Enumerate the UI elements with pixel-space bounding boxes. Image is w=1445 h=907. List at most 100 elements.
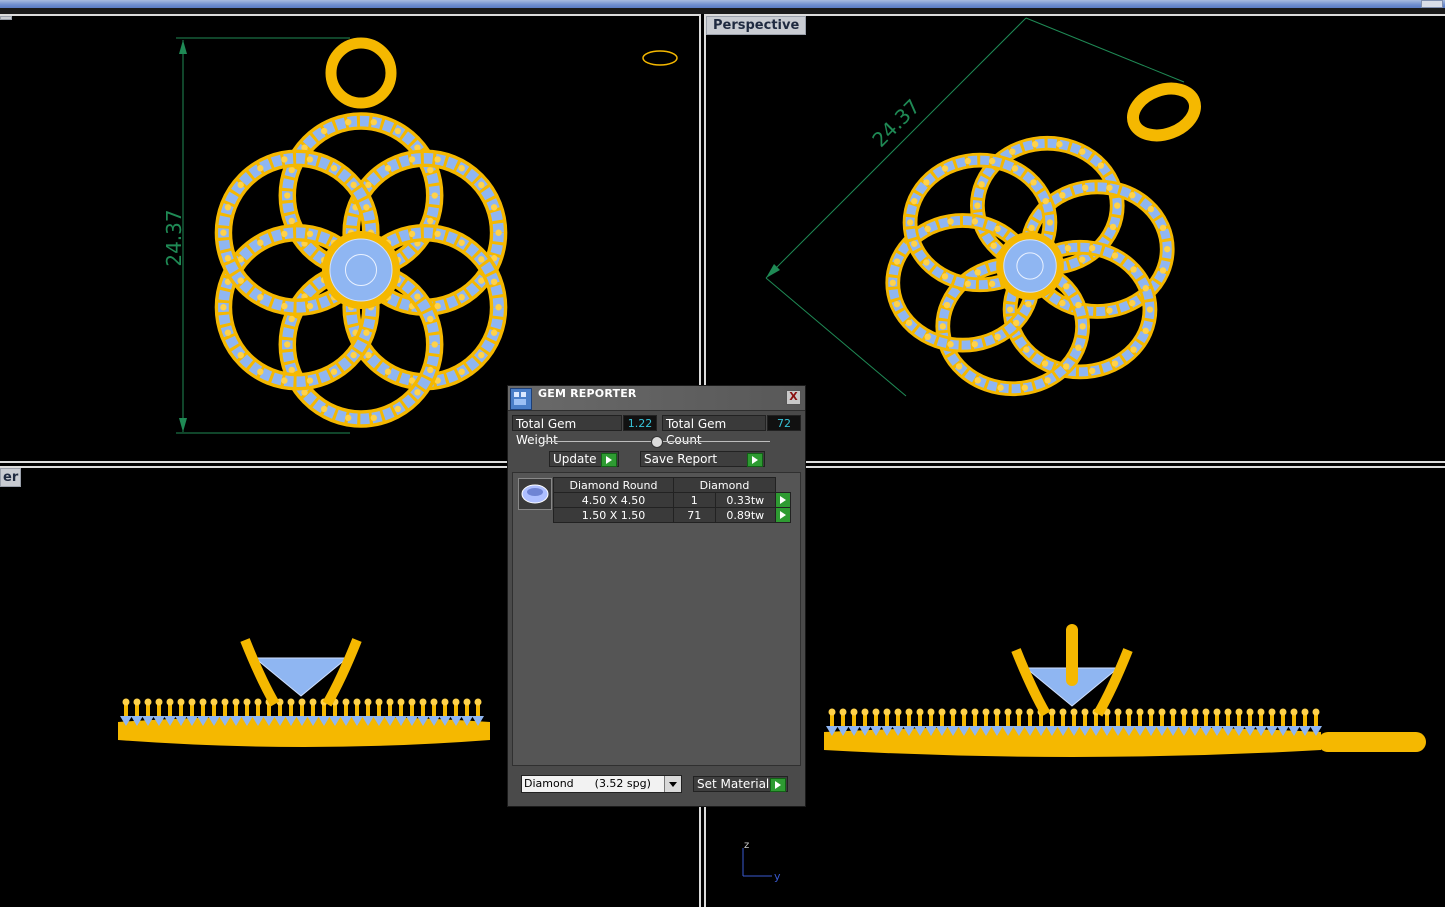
prong: [1042, 197, 1049, 205]
prong: [408, 156, 416, 163]
prong: [330, 165, 338, 172]
prong: [495, 304, 502, 311]
prong: [478, 256, 485, 263]
row-go-button[interactable]: [775, 507, 791, 523]
prong: [1011, 165, 1019, 172]
prong: [924, 333, 931, 341]
prong: [384, 165, 392, 172]
header-diamond-round: Diamond Round: [553, 477, 674, 493]
perspective-viewport[interactable]: Perspective 24.37: [706, 16, 1445, 461]
prong: [974, 269, 981, 276]
perspective-dimension-label: 24.37: [867, 94, 924, 151]
prong: [394, 127, 402, 135]
prong-tip: [1015, 708, 1023, 716]
prong: [1088, 244, 1096, 252]
prong: [1064, 244, 1072, 252]
window-button[interactable]: [1421, 0, 1443, 8]
prong: [281, 156, 288, 163]
prong: [1013, 319, 1020, 327]
prong: [330, 368, 338, 375]
row-go-button[interactable]: [775, 492, 791, 508]
pendant-side-profile: [118, 638, 490, 747]
prong: [1142, 285, 1149, 292]
prong: [427, 166, 434, 174]
prong-tip: [850, 708, 858, 716]
prong: [434, 230, 441, 238]
prong: [365, 181, 372, 189]
prong: [997, 384, 1004, 391]
prong: [893, 300, 901, 308]
viewport-label-perspective[interactable]: Perspective: [706, 16, 807, 35]
right-viewport[interactable]: z y: [706, 468, 1445, 907]
prong: [224, 255, 232, 262]
prong: [1079, 323, 1086, 330]
prong-tip: [397, 698, 405, 706]
close-icon[interactable]: X: [786, 390, 801, 405]
prong: [971, 341, 979, 348]
prong: [1114, 202, 1121, 209]
prong: [1056, 141, 1063, 148]
prong: [941, 165, 949, 172]
prong: [994, 225, 1001, 233]
prong: [1164, 245, 1171, 253]
collapse-toggle[interactable]: [651, 436, 663, 448]
total-gem-weight-value: 1.22: [623, 415, 657, 431]
prong-tip: [1312, 708, 1320, 716]
prong: [224, 204, 232, 211]
viewport-label-front[interactable]: [0, 16, 12, 20]
prong-tip: [122, 698, 130, 706]
material-select[interactable]: Diamond (3.52 spg): [521, 775, 682, 793]
set-material-button[interactable]: Set Material: [693, 776, 788, 792]
dialog-title-bar[interactable]: GEM REPORTER X: [508, 386, 805, 411]
prong-tip: [1301, 708, 1309, 716]
viewport-label-side[interactable]: er: [0, 468, 22, 487]
prong: [1159, 224, 1167, 232]
bail-profile: [1318, 732, 1426, 752]
prong: [964, 280, 972, 288]
prong-tip: [232, 698, 240, 706]
prong: [490, 278, 498, 285]
prong-tip: [960, 708, 968, 716]
prong-tip: [1279, 708, 1287, 716]
prong-tip: [221, 698, 229, 706]
prong: [1075, 344, 1082, 351]
prong: [1059, 299, 1066, 307]
prong: [1130, 346, 1137, 353]
prong-tip: [872, 708, 880, 716]
prong: [414, 293, 421, 300]
table-row[interactable]: 1.50 X 1.50 71 0.89tw: [553, 507, 791, 523]
table-row[interactable]: 4.50 X 4.50 1 0.33tw: [553, 492, 791, 508]
prong-tip: [419, 698, 427, 706]
prong: [431, 341, 438, 348]
update-button[interactable]: Update: [549, 451, 619, 467]
prong: [889, 279, 896, 287]
prong: [941, 273, 949, 280]
center-prong: [1011, 648, 1051, 717]
gem-table-header: Diamond Round Diamond: [553, 477, 791, 493]
prong: [408, 230, 416, 238]
prong: [414, 389, 421, 396]
prong: [1063, 363, 1070, 370]
gem-reporter-dialog[interactable]: GEM REPORTER X Total Gem Weight 1.22 Tot…: [507, 385, 806, 807]
chevron-down-icon[interactable]: [664, 776, 681, 792]
prong-tip: [309, 698, 317, 706]
prong: [431, 192, 438, 199]
prong: [224, 329, 232, 336]
prong: [490, 329, 498, 336]
center-diamond: [1003, 239, 1057, 293]
prong: [1097, 162, 1105, 169]
prong: [924, 225, 931, 233]
prong: [490, 204, 498, 211]
prong: [427, 315, 434, 323]
prong: [257, 368, 264, 375]
prong-tip: [1136, 708, 1144, 716]
bail-ring: [1127, 82, 1201, 142]
gem-list-area[interactable]: Diamond Round Diamond 4.50 X 4.50 1 0.33…: [512, 472, 801, 766]
prong: [281, 377, 288, 384]
viewport-frame-top: [0, 8, 1445, 16]
save-report-button[interactable]: Save Report: [640, 451, 765, 467]
prong-tip: [1070, 708, 1078, 716]
prong-tip: [1026, 708, 1034, 716]
prong: [1006, 306, 1014, 313]
total-gem-count-label: Total Gem Count: [662, 415, 766, 447]
